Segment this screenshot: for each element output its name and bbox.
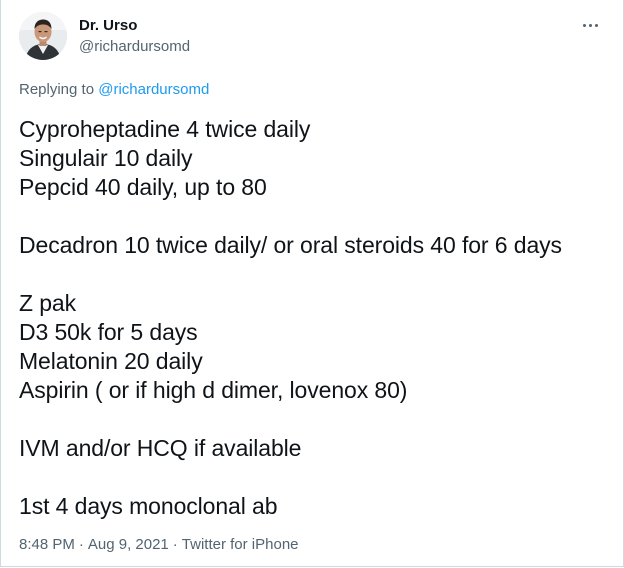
tweet-line: Pepcid 40 daily, up to 80	[19, 174, 267, 200]
tweet-line: Melatonin 20 daily	[19, 348, 203, 374]
author-names: Dr. Urso @richardursomd	[79, 17, 190, 57]
more-horizontal-icon	[582, 23, 586, 27]
more-horizontal-icon-dot	[588, 23, 592, 27]
reply-prefix: Replying to	[19, 81, 99, 98]
more-horizontal-icon-dot	[594, 23, 598, 27]
meta-separator: ·	[172, 536, 178, 553]
tweet-line: Aspirin ( or if high d dimer, lovenox 80…	[19, 377, 408, 403]
tweet-source[interactable]: Twitter for iPhone	[182, 536, 299, 553]
author-handle[interactable]: @richardursomd	[79, 37, 190, 57]
tweet-meta: 8:48 PM · Aug 9, 2021 · Twitter for iPhone	[19, 535, 299, 555]
tweet-card: Dr. Urso @richardursomd Replying to @ric…	[0, 0, 624, 567]
tweet-line: D3 50k for 5 days	[19, 319, 198, 345]
meta-separator: ·	[78, 536, 84, 553]
tweet-line: Singulair 10 daily	[19, 145, 193, 171]
tweet-line: Z pak	[19, 290, 77, 316]
more-options-button[interactable]	[577, 16, 603, 34]
tweet-line: Cyproheptadine 4 twice daily	[19, 116, 311, 142]
tweet-line: 1st 4 days monoclonal ab	[19, 493, 278, 519]
avatar-image	[19, 12, 67, 60]
tweet-line: IVM and/or HCQ if available	[19, 435, 302, 461]
tweet-line: Decadron 10 twice daily/ or oral steroid…	[19, 232, 562, 258]
tweet-time[interactable]: 8:48 PM	[19, 536, 75, 553]
reply-mention-link[interactable]: @richardursomd	[98, 81, 209, 98]
avatar[interactable]	[19, 12, 67, 60]
author-display-name[interactable]: Dr. Urso	[79, 17, 190, 35]
tweet-text: Cyproheptadine 4 twice daily Singulair 1…	[19, 115, 605, 521]
tweet-header: Dr. Urso @richardursomd	[19, 12, 605, 64]
reply-context: Replying to @richardursomd	[19, 80, 209, 100]
tweet-date[interactable]: Aug 9, 2021	[88, 536, 169, 553]
